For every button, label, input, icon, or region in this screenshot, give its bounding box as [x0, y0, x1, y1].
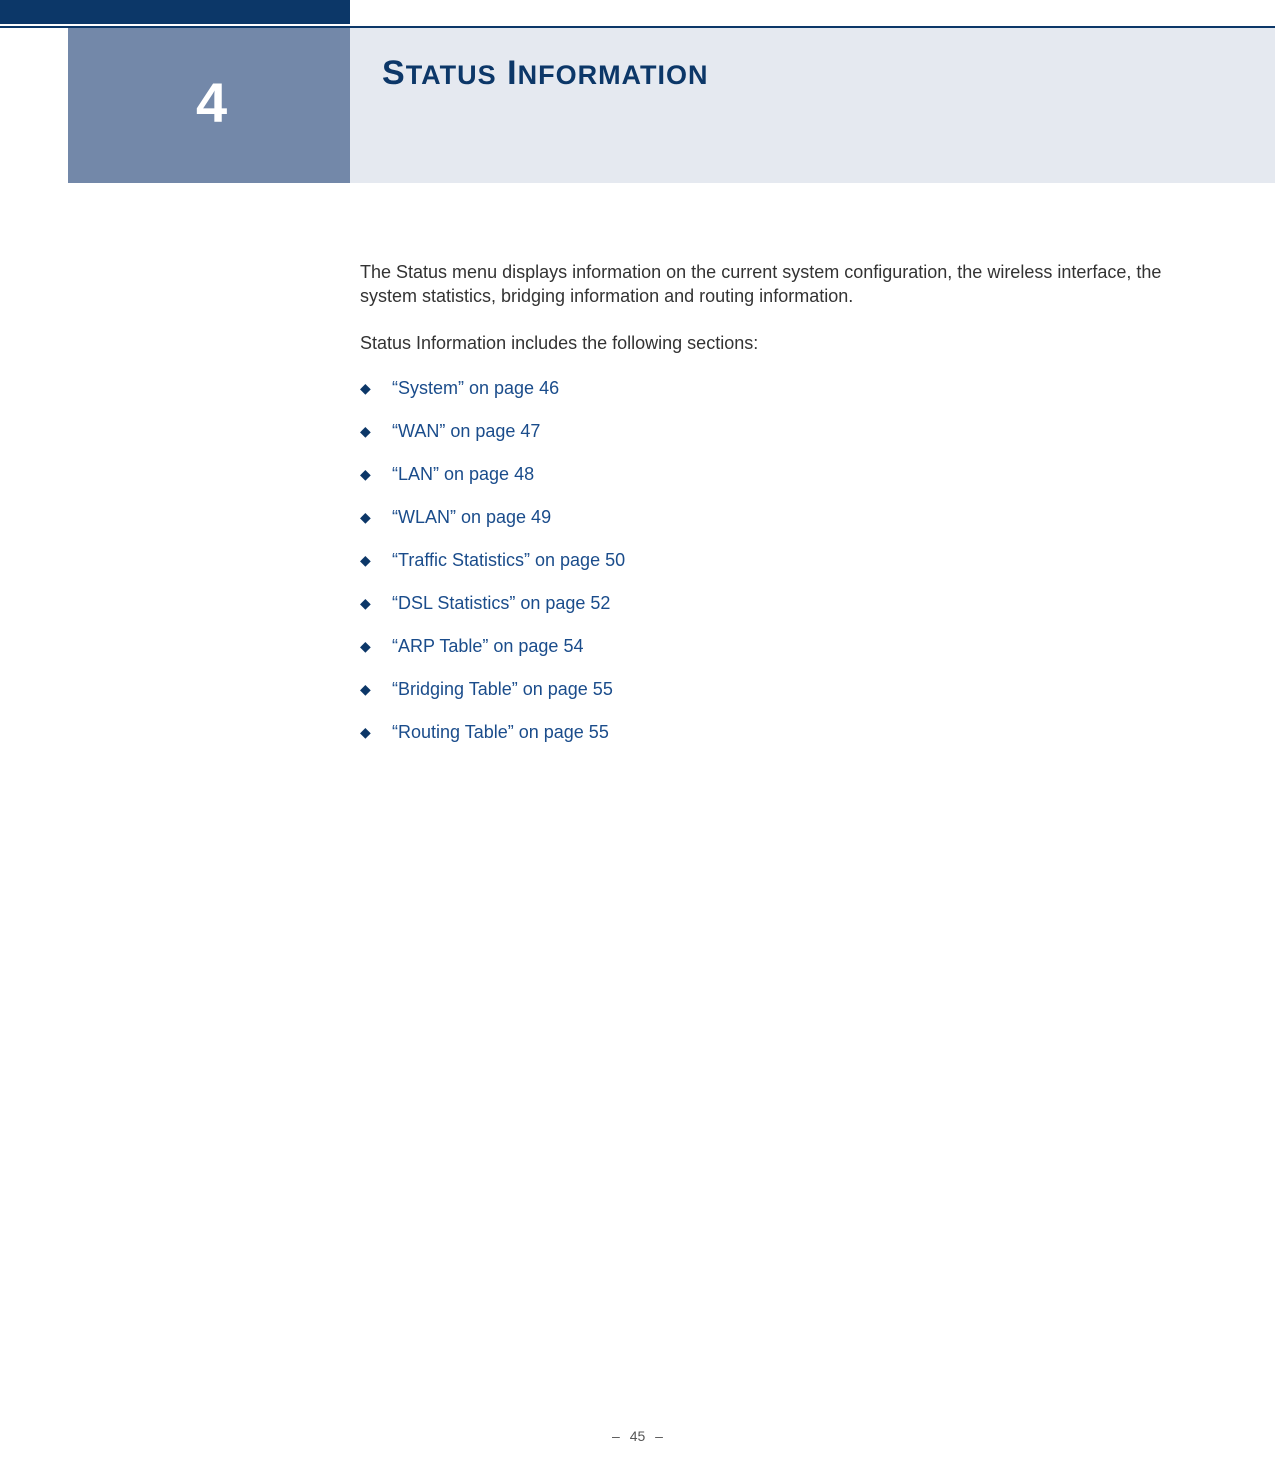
link-system[interactable]: “System” on page 46 — [392, 378, 559, 398]
page-number: 45 — [630, 1428, 646, 1444]
chapter-title: STATUS INFORMATION — [382, 54, 709, 93]
chapter-number-box: 4 — [68, 28, 350, 183]
section-link-lan: “LAN” on page 48 — [360, 464, 1195, 485]
top-accent-bar — [0, 0, 350, 24]
section-link-dsl-statistics: “DSL Statistics” on page 52 — [360, 593, 1195, 614]
section-link-traffic-statistics: “Traffic Statistics” on page 50 — [360, 550, 1195, 571]
chapter-title-word2-rest: NFORMATION — [518, 60, 709, 90]
chapter-title-word1-initial: S — [382, 54, 406, 92]
page-footer: – 45 – — [0, 1428, 1275, 1444]
link-lan[interactable]: “LAN” on page 48 — [392, 464, 534, 484]
link-bridging-table[interactable]: “Bridging Table” on page 55 — [392, 679, 613, 699]
section-link-routing-table: “Routing Table” on page 55 — [360, 722, 1195, 743]
sections-intro: Status Information includes the followin… — [360, 331, 1195, 356]
section-link-wan: “WAN” on page 47 — [360, 421, 1195, 442]
chapter-title-word2-initial: I — [507, 54, 517, 92]
chapter-title-word1-rest: TATUS — [406, 60, 497, 90]
section-list: “System” on page 46 “WAN” on page 47 “LA… — [360, 378, 1195, 743]
footer-dash-right: – — [655, 1428, 663, 1444]
link-arp-table[interactable]: “ARP Table” on page 54 — [392, 636, 583, 656]
link-dsl-statistics[interactable]: “DSL Statistics” on page 52 — [392, 593, 610, 613]
content-area: The Status menu displays information on … — [360, 260, 1195, 765]
section-link-system: “System” on page 46 — [360, 378, 1195, 399]
section-link-bridging-table: “Bridging Table” on page 55 — [360, 679, 1195, 700]
chapter-title-area — [350, 28, 1275, 183]
intro-paragraph: The Status menu displays information on … — [360, 260, 1195, 309]
footer-dash-left: – — [612, 1428, 620, 1444]
link-routing-table[interactable]: “Routing Table” on page 55 — [392, 722, 609, 742]
section-link-wlan: “WLAN” on page 49 — [360, 507, 1195, 528]
link-traffic-statistics[interactable]: “Traffic Statistics” on page 50 — [392, 550, 625, 570]
link-wan[interactable]: “WAN” on page 47 — [392, 421, 540, 441]
section-link-arp-table: “ARP Table” on page 54 — [360, 636, 1195, 657]
chapter-number: 4 — [196, 70, 227, 135]
link-wlan[interactable]: “WLAN” on page 49 — [392, 507, 551, 527]
